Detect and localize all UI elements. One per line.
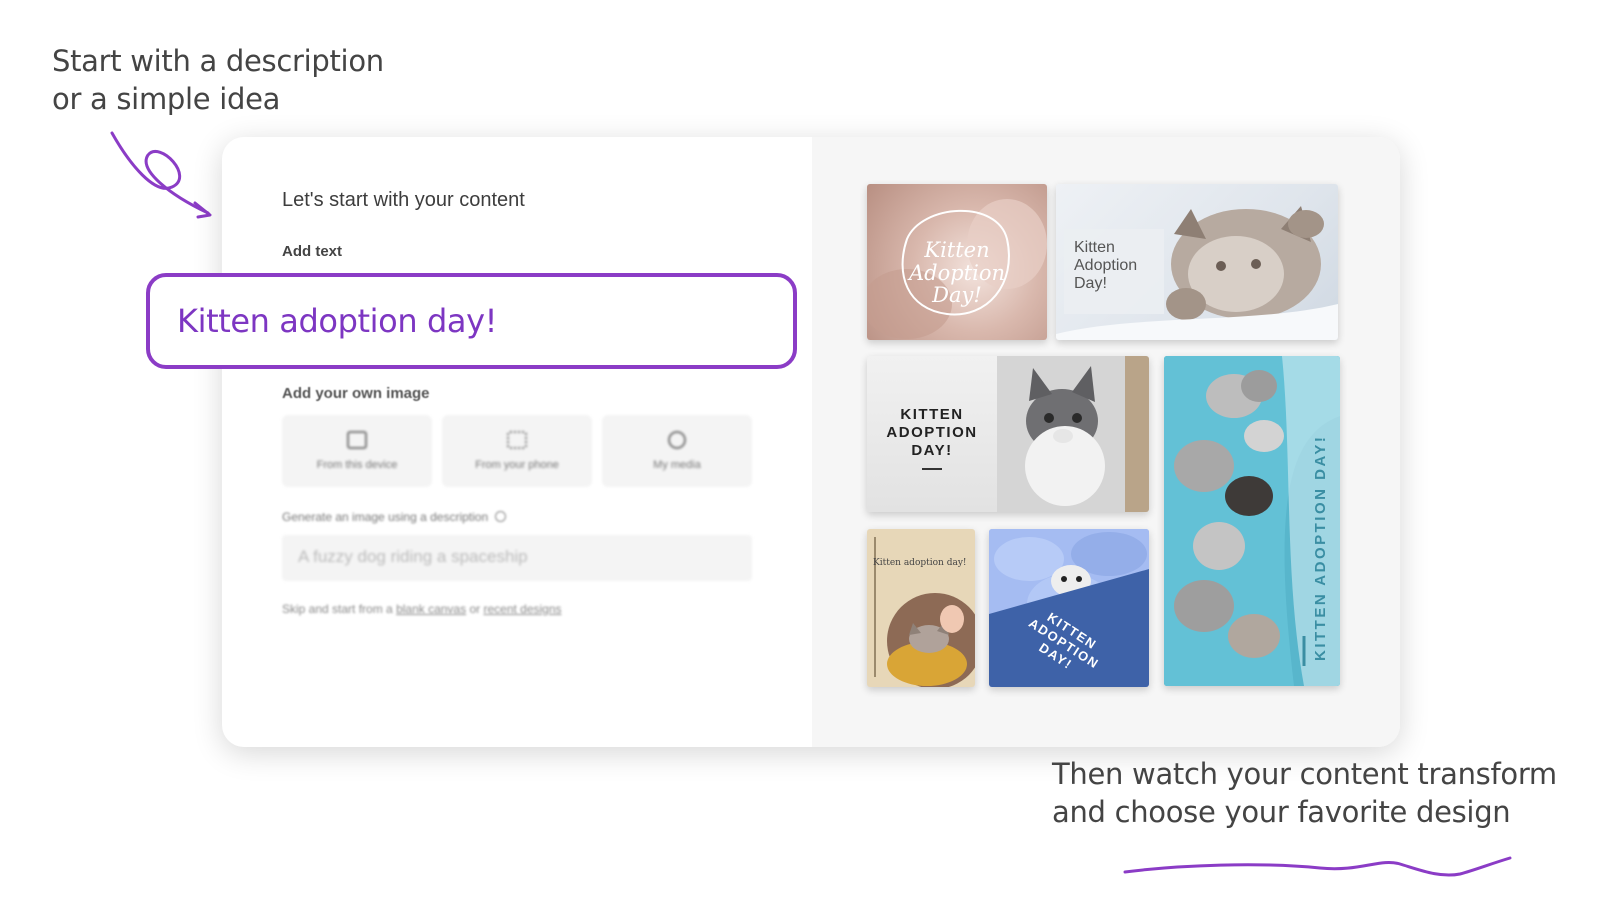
skip-line: Skip and start from a blank canvas or re… (282, 602, 562, 616)
designs-panel: Kitten Adoption Day! Kitten Adoption Day… (812, 137, 1400, 747)
gray-kitten-photo (997, 356, 1149, 512)
squiggle-underline-icon (1123, 856, 1512, 877)
add-text-value: Kitten adoption day! (177, 302, 498, 340)
media-icon (668, 431, 686, 449)
arrow-scribble-icon (110, 131, 212, 219)
design-2-line2: Adoption (1074, 257, 1138, 274)
design-2-text: Kitten Adoption Day! (1074, 239, 1137, 293)
design-3-line3: DAY! (911, 442, 953, 459)
monitor-icon (347, 431, 367, 449)
designer-card: Let's start with your content Add text A… (222, 137, 1400, 747)
from-phone-label: From your phone (475, 459, 559, 471)
section-title: Let's start with your content (282, 189, 525, 211)
svg-text:Day!: Day! (931, 283, 982, 307)
design-tile-3[interactable]: KITTEN ADOPTION DAY! (867, 356, 1149, 512)
from-device-label: From this device (316, 459, 398, 471)
generate-label: Generate an image using a description (282, 510, 507, 524)
design-tile-1[interactable]: Kitten Adoption Day! (867, 184, 1047, 340)
callout-choose-design: Then watch your content transform and ch… (1052, 755, 1557, 831)
design-3-line1: KITTEN (900, 406, 964, 423)
my-media-button[interactable]: My media (602, 415, 752, 487)
image-options: From this device From your phone My medi… (282, 415, 752, 487)
callout-start-description: Start with a description or a simple ide… (52, 42, 384, 118)
callout-top-line1: Start with a description (52, 44, 384, 78)
design-3-rule (922, 468, 942, 470)
design-3-text: KITTEN ADOPTION DAY! (867, 406, 997, 460)
svg-text:Adoption: Adoption (907, 261, 1005, 285)
add-image-label: Add your own image (282, 385, 430, 402)
design-2-line3: Day! (1074, 275, 1107, 292)
info-icon[interactable] (495, 511, 507, 522)
design-tile-4[interactable]: KITTEN ADOPTION DAY! (1164, 356, 1340, 686)
generate-placeholder: A fuzzy dog riding a spaceship (298, 547, 528, 566)
add-text-label: Add text (282, 243, 342, 260)
from-device-button[interactable]: From this device (282, 415, 432, 487)
callout-bottom-line1: Then watch your content transform (1052, 757, 1557, 791)
callout-top-line2: or a simple idea (52, 82, 281, 116)
qr-code-icon (507, 431, 527, 449)
kitten-circle-photo (887, 593, 975, 687)
my-media-label: My media (653, 459, 701, 471)
callout-bottom-line2: and choose your favorite design (1052, 795, 1511, 829)
design-3-line2: ADOPTION (886, 424, 978, 441)
recent-designs-link[interactable]: recent designs (483, 602, 561, 616)
skip-or: or (469, 602, 481, 616)
content-panel: Let's start with your content Add text A… (222, 137, 812, 747)
add-text-input[interactable]: Kitten adoption day! (146, 273, 797, 369)
kitten-photo-blur: Kitten Adoption Day! (867, 199, 1047, 339)
from-phone-button[interactable]: From your phone (442, 415, 592, 487)
design-2-line1: Kitten (1074, 239, 1115, 256)
design-4-text: KITTEN ADOPTION DAY! (1312, 434, 1329, 661)
design-tile-6[interactable]: KITTEN ADOPTION DAY! (989, 529, 1149, 687)
design-tile-5[interactable]: Kitten adoption day! (867, 529, 975, 687)
design-1-text: Kitten (923, 238, 989, 262)
skip-prefix: Skip and start from a (282, 602, 393, 616)
design-tile-2[interactable]: Kitten Adoption Day! (1056, 184, 1338, 340)
generate-description-input[interactable]: A fuzzy dog riding a spaceship (282, 535, 752, 581)
generate-label-text: Generate an image using a description (282, 510, 489, 524)
blank-canvas-link[interactable]: blank canvas (396, 602, 466, 616)
